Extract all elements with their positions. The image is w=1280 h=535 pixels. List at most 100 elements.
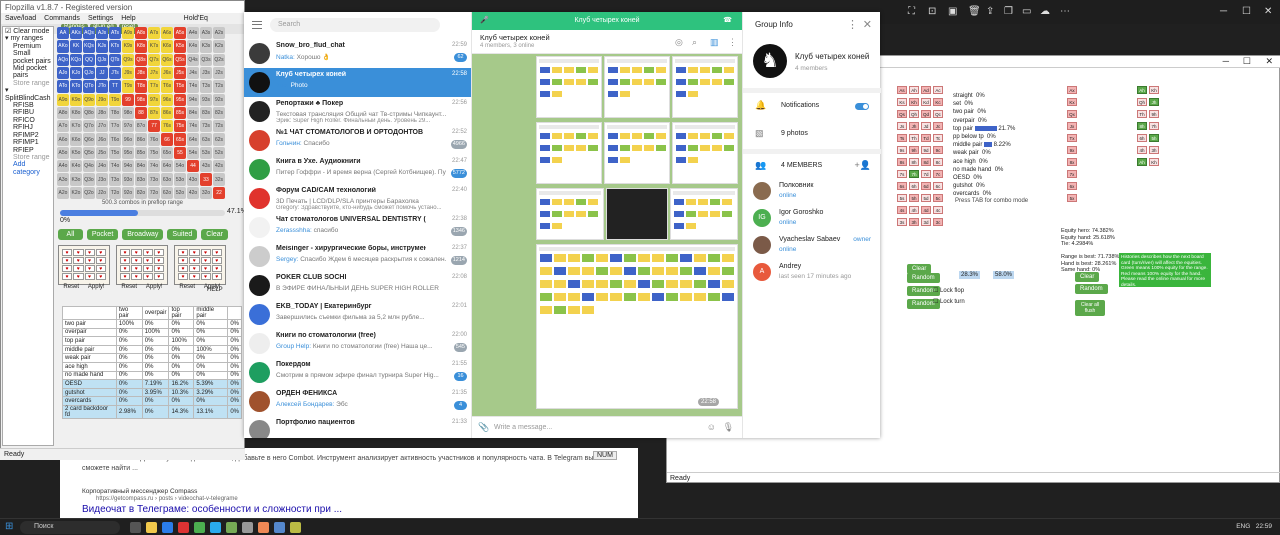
card-cell[interactable]: Jd: [921, 122, 931, 130]
range-item[interactable]: RFISB: [5, 102, 51, 109]
hand-cell[interactable]: 75s: [174, 120, 186, 133]
hand-cell[interactable]: A9s: [122, 27, 134, 40]
hand-cell[interactable]: K3o: [70, 173, 82, 186]
member-item[interactable]: A Andrey last seen 17 minutes ago: [743, 260, 881, 286]
range-item[interactable]: RFIHJ: [5, 124, 51, 131]
hand-cell[interactable]: 93o: [122, 173, 134, 186]
hand-cell[interactable]: 73o: [148, 173, 160, 186]
card-cell[interactable]: Qd: [921, 110, 931, 118]
hand-cell[interactable]: AQs: [83, 27, 95, 40]
menu-help[interactable]: Help: [121, 15, 135, 22]
hand-cell[interactable]: J7o: [96, 120, 108, 133]
hand-cell[interactable]: T9o: [109, 93, 121, 106]
card-cell[interactable]: 4c: [933, 206, 943, 214]
photo-thumbnail[interactable]: [536, 56, 602, 118]
card-slot[interactable]: ♥: [178, 265, 189, 272]
card-cell[interactable]: Qc: [933, 110, 943, 118]
chat-item[interactable]: Клуб четырех коней 22:58 You: Photo: [244, 68, 471, 97]
hand-cell[interactable]: 62o: [161, 186, 173, 199]
hand-cell[interactable]: J6s: [161, 66, 173, 80]
card-slot[interactable]: ♥: [189, 249, 200, 256]
hand-cell[interactable]: K4s: [187, 40, 199, 53]
microphone-icon[interactable]: 🎤: [480, 12, 489, 30]
hand-cell[interactable]: 98s: [135, 93, 147, 106]
hand-cell[interactable]: T2o: [109, 186, 121, 199]
card-slot[interactable]: ♥: [95, 249, 106, 256]
photos-row[interactable]: ▧ 9 photos: [743, 125, 881, 143]
hand-cell[interactable]: A2s: [213, 27, 225, 40]
attach-icon[interactable]: 📎: [478, 422, 489, 433]
chat-item[interactable]: Meisinger - хирургические боры, инструме…: [244, 242, 471, 271]
hand-cell[interactable]: 95s: [174, 93, 186, 106]
hand-cell[interactable]: Q6o: [83, 133, 95, 146]
hand-cell[interactable]: QJs: [96, 53, 108, 66]
task-view-icon[interactable]: [130, 522, 141, 533]
card-slot[interactable]: ♥: [84, 249, 95, 256]
hand-cell[interactable]: J2o: [96, 186, 108, 199]
card-cell[interactable]: 9s: [897, 146, 907, 154]
card-slot[interactable]: ♥: [178, 249, 189, 256]
card-slot[interactable]: ♥: [153, 257, 164, 264]
hand-cell[interactable]: 87s: [148, 106, 160, 120]
hand-cell[interactable]: 22: [213, 186, 225, 199]
hand-cell[interactable]: 86s: [161, 106, 173, 120]
hand-cell[interactable]: J7s: [148, 66, 160, 80]
reset-button[interactable]: Reset: [179, 284, 195, 290]
hand-cell[interactable]: A7s: [148, 27, 160, 40]
card-cell[interactable]: Jh: [909, 122, 919, 130]
member-item[interactable]: IG Igor Goroshko online: [743, 206, 881, 232]
range-item[interactable]: Store range: [5, 80, 51, 87]
hand-cell[interactable]: QTs: [109, 53, 121, 66]
hand-cell[interactable]: Q7s: [148, 53, 160, 66]
reset-button[interactable]: Reset: [121, 284, 137, 290]
outcome-cell[interactable]: Jh: [1149, 98, 1159, 106]
more-icon[interactable]: ⋮: [728, 37, 737, 48]
range-item[interactable]: RFIMP1: [5, 139, 51, 146]
hand-cell[interactable]: T4s: [187, 80, 199, 93]
card-cell[interactable]: 5s: [897, 194, 907, 202]
card-cell[interactable]: 5d: [921, 194, 931, 202]
reset-button[interactable]: Reset: [63, 284, 79, 290]
board-card-cell[interactable]: Jx: [1067, 122, 1077, 130]
hand-cell[interactable]: J9s: [122, 66, 134, 80]
card-cell[interactable]: 5c: [933, 194, 943, 202]
hand-cell[interactable]: 63s: [200, 133, 212, 146]
chat-header[interactable]: Клуб четырех коней 4 members, 3 online ◎…: [472, 30, 742, 54]
hand-cell[interactable]: AKs: [70, 27, 82, 40]
hand-cell[interactable]: J3o: [96, 173, 108, 186]
hand-cell[interactable]: 53s: [200, 146, 212, 160]
hand-cell[interactable]: 52o: [174, 186, 186, 199]
app-icon[interactable]: [178, 522, 189, 533]
hand-cell[interactable]: T8o: [109, 106, 121, 120]
close-icon[interactable]: ✕: [1265, 56, 1273, 67]
share-icon[interactable]: ⇪: [986, 6, 994, 17]
minimize-icon[interactable]: ─: [1220, 6, 1227, 17]
hand-cell[interactable]: Q4s: [187, 53, 199, 66]
hand-cell[interactable]: A2o: [57, 186, 69, 199]
photo-thumbnail[interactable]: [604, 56, 670, 118]
apply-button[interactable]: Apply!: [146, 284, 163, 290]
menu-holdeq[interactable]: Hold'Eq: [184, 15, 208, 22]
card-slot[interactable]: ♥: [142, 257, 153, 264]
card-slot[interactable]: ♥: [142, 249, 153, 256]
chat-item[interactable]: Покердом 21:55 Смотрим в прямом эфире фина…: [244, 358, 471, 387]
hand-cell[interactable]: T7s: [148, 80, 160, 93]
hand-cell[interactable]: Q7o: [83, 120, 95, 133]
hand-cell[interactable]: K6s: [161, 40, 173, 53]
board-card-cell[interactable]: 6x: [1067, 182, 1077, 190]
voice-chat-icon[interactable]: ◎: [675, 37, 683, 48]
hand-cell[interactable]: 32s: [213, 173, 225, 186]
hand-cell[interactable]: 97s: [148, 93, 160, 106]
hand-cell[interactable]: 87o: [135, 120, 147, 133]
hand-cell[interactable]: A4o: [57, 160, 69, 173]
card-slot[interactable]: ♥: [95, 257, 106, 264]
range-item[interactable]: Store range: [5, 154, 51, 161]
hand-cell[interactable]: Q5s: [174, 53, 186, 66]
crop-icon[interactable]: ⊡: [928, 6, 936, 17]
all-button[interactable]: All: [58, 229, 83, 240]
outcome-cell[interactable]: Ah: [1137, 86, 1147, 94]
hand-cell[interactable]: 85o: [135, 146, 147, 160]
hand-cell[interactable]: 85s: [174, 106, 186, 120]
hand-cell[interactable]: T2s: [213, 80, 225, 93]
hand-cell[interactable]: 42o: [187, 186, 199, 199]
